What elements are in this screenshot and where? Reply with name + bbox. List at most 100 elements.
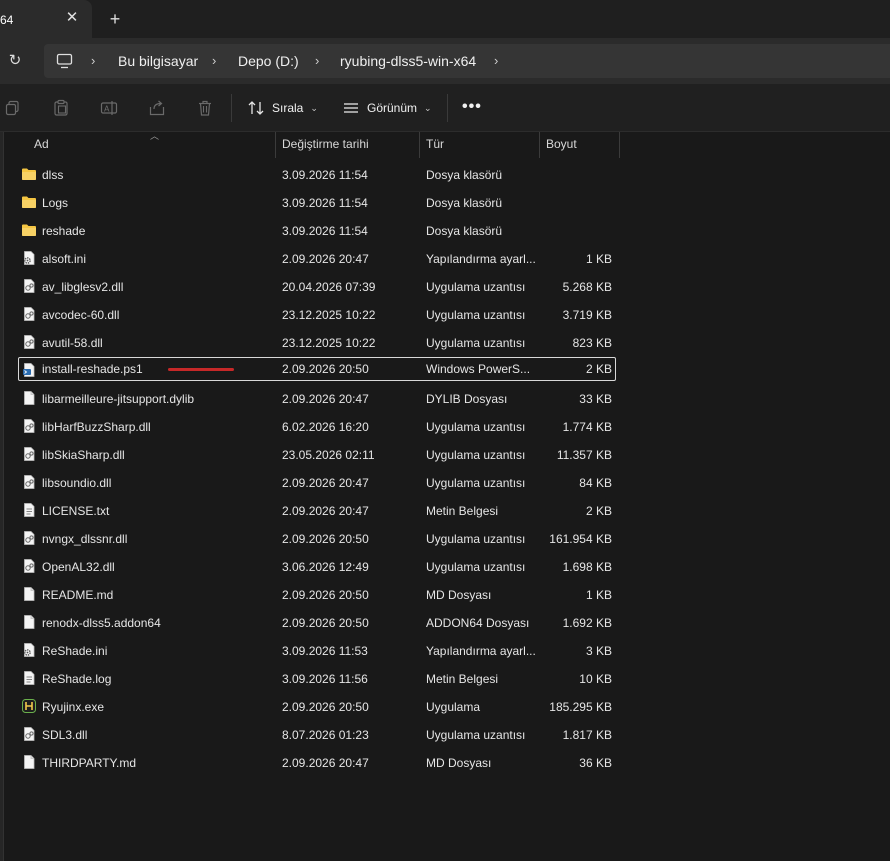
file-date: 20.04.2026 07:39 xyxy=(282,280,376,294)
file-row-selected[interactable]: install-reshade.ps1 2.09.2026 20:50 Window… xyxy=(0,357,890,385)
file-row[interactable]: reshade 3.09.2026 11:54 Dosya klasörü xyxy=(0,217,890,245)
column-header-size[interactable]: Boyut xyxy=(546,132,577,158)
file-row[interactable]: OpenAL32.dll 3.06.2026 12:49 Uygulama uzan… xyxy=(0,553,890,581)
file-type: Yapılandırma ayarl... xyxy=(426,252,536,266)
file-name[interactable]: reshade xyxy=(42,217,274,245)
file-name[interactable]: avutil-58.dll xyxy=(42,329,274,357)
sort-ascending-icon: ︿ xyxy=(150,131,160,141)
ryujinx-app-icon xyxy=(21,698,37,714)
dll-file-icon xyxy=(21,418,37,434)
file-name[interactable]: nvngx_dlssnr.dll xyxy=(42,525,274,553)
file-type: Metin Belgesi xyxy=(426,672,499,686)
file-name[interactable]: SDL3.dll xyxy=(42,721,274,749)
file-row[interactable]: libsoundio.dll 2.09.2026 20:47 Uygulama uz… xyxy=(0,469,890,497)
file-size xyxy=(540,161,612,189)
column-header-date[interactable]: Değiştirme tarihi xyxy=(282,132,369,158)
file-row[interactable]: ReShade.log 3.09.2026 11:56 Metin Belgesi 1… xyxy=(0,665,890,693)
window-tab[interactable]: 64 ✕ xyxy=(0,0,92,38)
file-name[interactable]: README.md xyxy=(42,581,274,609)
delete-icon[interactable] xyxy=(196,99,214,117)
file-row[interactable]: libHarfBuzzSharp.dll 6.02.2026 16:20 Uygul… xyxy=(0,413,890,441)
refresh-icon[interactable]: ↻ xyxy=(6,52,24,70)
file-name[interactable]: av_libglesv2.dll xyxy=(42,273,274,301)
file-row[interactable]: THIRDPARTY.md 2.09.2026 20:47 MD Dosyası 36… xyxy=(0,749,890,777)
file-name[interactable]: libarmeilleure-jitsupport.dylib xyxy=(42,385,274,413)
new-tab-button[interactable]: + xyxy=(106,10,124,28)
column-header-name[interactable]: Ad xyxy=(34,132,49,158)
file-name[interactable]: alsoft.ini xyxy=(42,245,274,273)
column-divider[interactable] xyxy=(619,132,620,158)
file-size: 10 KB xyxy=(579,672,612,686)
breadcrumb-separator[interactable]: › xyxy=(315,53,319,68)
paste-icon[interactable] xyxy=(52,99,70,117)
file-name[interactable]: libsoundio.dll xyxy=(42,469,274,497)
close-tab-icon[interactable]: ✕ xyxy=(64,10,80,26)
tab-title: 64 xyxy=(0,13,14,27)
breadcrumb-current-folder[interactable]: ryubing-dlss5-win-x64 xyxy=(340,53,476,69)
file-name[interactable]: renodx-dlss5.addon64 xyxy=(42,609,274,637)
file-row[interactable]: av_libglesv2.dll 20.04.2026 07:39 Uygulama… xyxy=(0,273,890,301)
dll-file-icon xyxy=(21,278,37,294)
dll-file-icon xyxy=(21,726,37,742)
column-divider[interactable] xyxy=(275,132,276,158)
file-date: 2.09.2026 20:47 xyxy=(282,252,369,266)
file-row[interactable]: nvngx_dlssnr.dll 2.09.2026 20:50 Uygulama … xyxy=(0,525,890,553)
file-row[interactable]: Ryujinx.exe 2.09.2026 20:50 Uygulama 185.29… xyxy=(0,693,890,721)
file-row[interactable]: libSkiaSharp.dll 23.05.2026 02:11 Uygulama… xyxy=(0,441,890,469)
file-row[interactable]: avcodec-60.dll 23.12.2025 10:22 Uygulama u… xyxy=(0,301,890,329)
file-type: Uygulama xyxy=(426,700,481,714)
file-row[interactable]: Logs 3.09.2026 11:54 Dosya klasörü xyxy=(0,189,890,217)
breadcrumb-separator[interactable]: › xyxy=(212,53,216,68)
file-name[interactable]: dlss xyxy=(42,161,274,189)
file-name[interactable]: Ryujinx.exe xyxy=(42,693,274,721)
copy-icon[interactable] xyxy=(4,99,22,117)
file-size: 2 KB xyxy=(585,504,612,518)
file-row[interactable]: SDL3.dll 8.07.2026 01:23 Uygulama uzantısı… xyxy=(0,721,890,749)
more-options-button[interactable]: ••• xyxy=(462,98,482,116)
file-row[interactable]: ReShade.ini 3.09.2026 11:53 Yapılandırma a… xyxy=(0,637,890,665)
share-icon[interactable] xyxy=(148,99,166,117)
file-row[interactable]: renodx-dlss5.addon64 2.09.2026 20:50 ADDON… xyxy=(0,609,890,637)
file-date: 2.09.2026 20:50 xyxy=(282,588,369,602)
column-divider[interactable] xyxy=(539,132,540,158)
file-name[interactable]: avcodec-60.dll xyxy=(42,301,274,329)
file-row[interactable]: libarmeilleure-jitsupport.dylib 2.09.2026… xyxy=(0,385,890,413)
toolbar-divider xyxy=(447,94,448,122)
file-name[interactable]: OpenAL32.dll xyxy=(42,553,274,581)
address-bar[interactable]: › Bu bilgisayar › Depo (D:) › ryubing-dl… xyxy=(44,44,890,78)
powershell-file-icon xyxy=(21,362,37,378)
dll-file-icon xyxy=(21,306,37,322)
file-size: 161.954 KB xyxy=(549,532,612,546)
view-label: Görünüm xyxy=(367,101,418,115)
file-row[interactable]: avutil-58.dll 23.12.2025 10:22 Uygulama uz… xyxy=(0,329,890,357)
file-row[interactable]: LICENSE.txt 2.09.2026 20:47 Metin Belgesi 2… xyxy=(0,497,890,525)
file-name[interactable]: libHarfBuzzSharp.dll xyxy=(42,413,274,441)
file-row[interactable]: dlss 3.09.2026 11:54 Dosya klasörü xyxy=(0,161,890,189)
sort-button[interactable]: Sırala ⌄ xyxy=(247,96,318,120)
file-size: 823 KB xyxy=(572,336,612,350)
breadcrumb-separator[interactable]: › xyxy=(91,53,95,68)
computer-icon[interactable] xyxy=(56,53,73,69)
file-name[interactable]: install-reshade.ps1 xyxy=(42,357,274,381)
file-date: 23.12.2025 10:22 xyxy=(282,308,376,322)
column-headers: ︿ Ad Değiştirme tarihi Tür Boyut xyxy=(4,131,890,158)
file-size: 185.295 KB xyxy=(549,700,612,714)
file-name[interactable]: libSkiaSharp.dll xyxy=(42,441,274,469)
file-name[interactable]: LICENSE.txt xyxy=(42,497,274,525)
dll-file-icon xyxy=(21,474,37,490)
breadcrumb-separator[interactable]: › xyxy=(494,53,498,68)
column-divider[interactable] xyxy=(419,132,420,158)
view-button[interactable]: Görünüm ⌄ xyxy=(342,96,432,120)
rename-icon[interactable]: A xyxy=(100,99,118,117)
file-name[interactable]: THIRDPARTY.md xyxy=(42,749,274,777)
breadcrumb-this-pc[interactable]: Bu bilgisayar xyxy=(118,53,198,69)
file-name[interactable]: ReShade.log xyxy=(42,665,274,693)
annotation-underline xyxy=(168,368,234,371)
file-row[interactable]: README.md 2.09.2026 20:50 MD Dosyası 1 KB xyxy=(0,581,890,609)
column-header-type[interactable]: Tür xyxy=(426,132,444,158)
file-name[interactable]: Logs xyxy=(42,189,274,217)
breadcrumb-drive[interactable]: Depo (D:) xyxy=(238,53,299,69)
file-name[interactable]: ReShade.ini xyxy=(42,637,274,665)
file-row[interactable]: alsoft.ini 2.09.2026 20:47 Yapılandırma ay… xyxy=(0,245,890,273)
file-size: 2 KB xyxy=(585,362,612,376)
